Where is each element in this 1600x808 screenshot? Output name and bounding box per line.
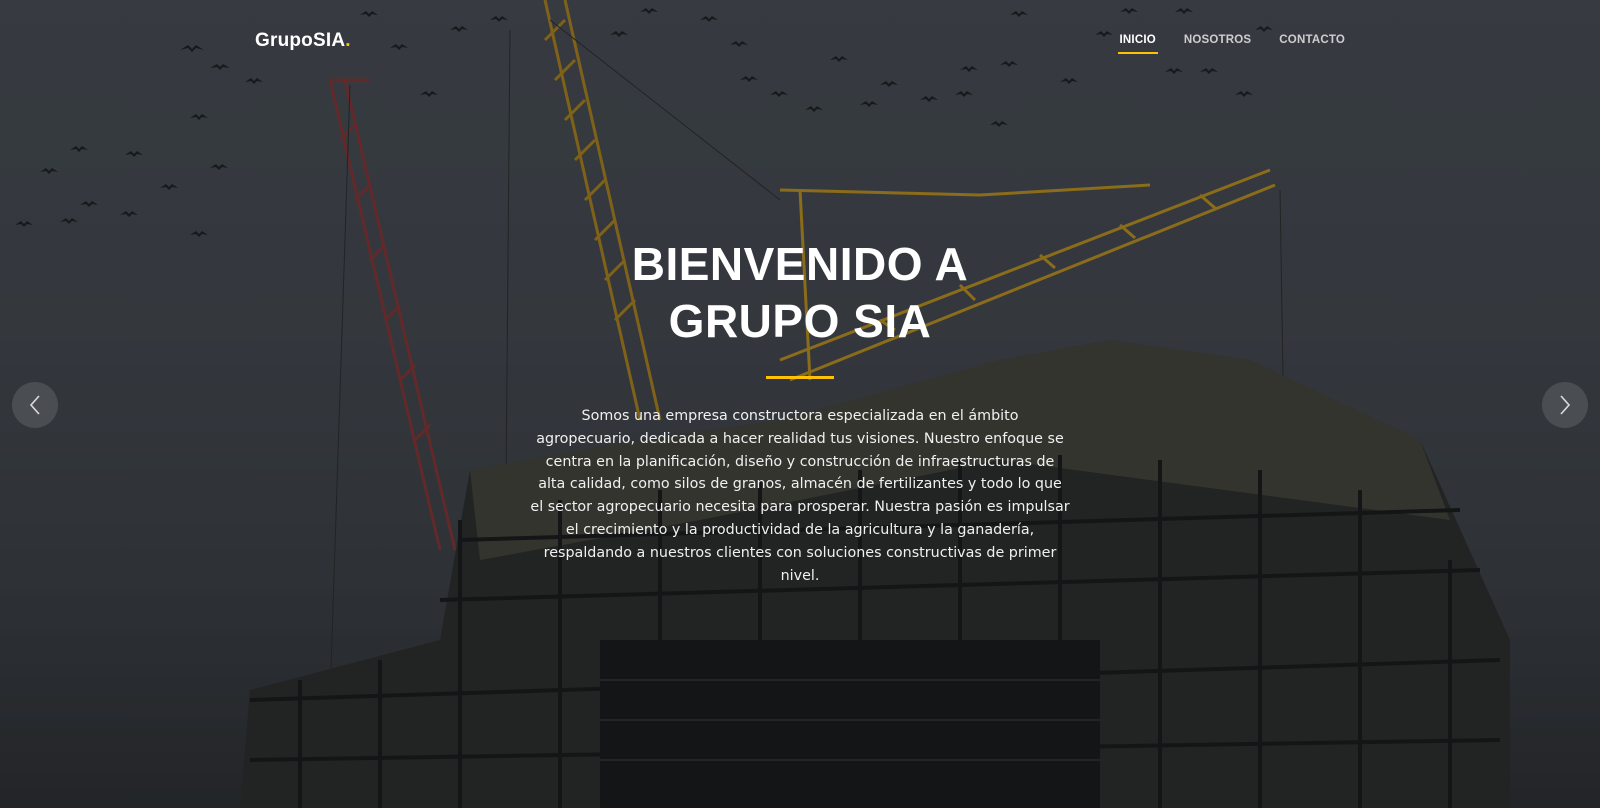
logo-text: GrupoSIA (255, 30, 346, 51)
site-header: GrupoSIA. INICIO NOSOTROS CONTACTO (0, 0, 1600, 84)
main-nav: INICIO NOSOTROS CONTACTO (1092, 34, 1345, 54)
hero-title-line1: BIENVENIDO A (631, 238, 969, 290)
title-divider (766, 376, 834, 379)
chevron-right-icon (1560, 395, 1571, 415)
hero-title: BIENVENIDO A GRUPO SIA (500, 236, 1100, 350)
nav-item-nosotros[interactable]: NOSOTROS (1184, 34, 1251, 54)
hero-title-line2: GRUPO SIA (668, 295, 932, 347)
logo[interactable]: GrupoSIA. (255, 30, 351, 52)
hero-content: BIENVENIDO A GRUPO SIA Somos una empresa… (500, 236, 1100, 587)
logo-dot: . (345, 30, 351, 51)
carousel-next-button[interactable] (1542, 382, 1588, 428)
chevron-left-icon (29, 395, 40, 415)
carousel-prev-button[interactable] (12, 382, 58, 428)
nav-item-inicio[interactable]: INICIO (1117, 34, 1159, 54)
nav-item-contacto[interactable]: CONTACTO (1279, 34, 1345, 54)
hero-description: Somos una empresa constructora especiali… (530, 408, 1070, 584)
